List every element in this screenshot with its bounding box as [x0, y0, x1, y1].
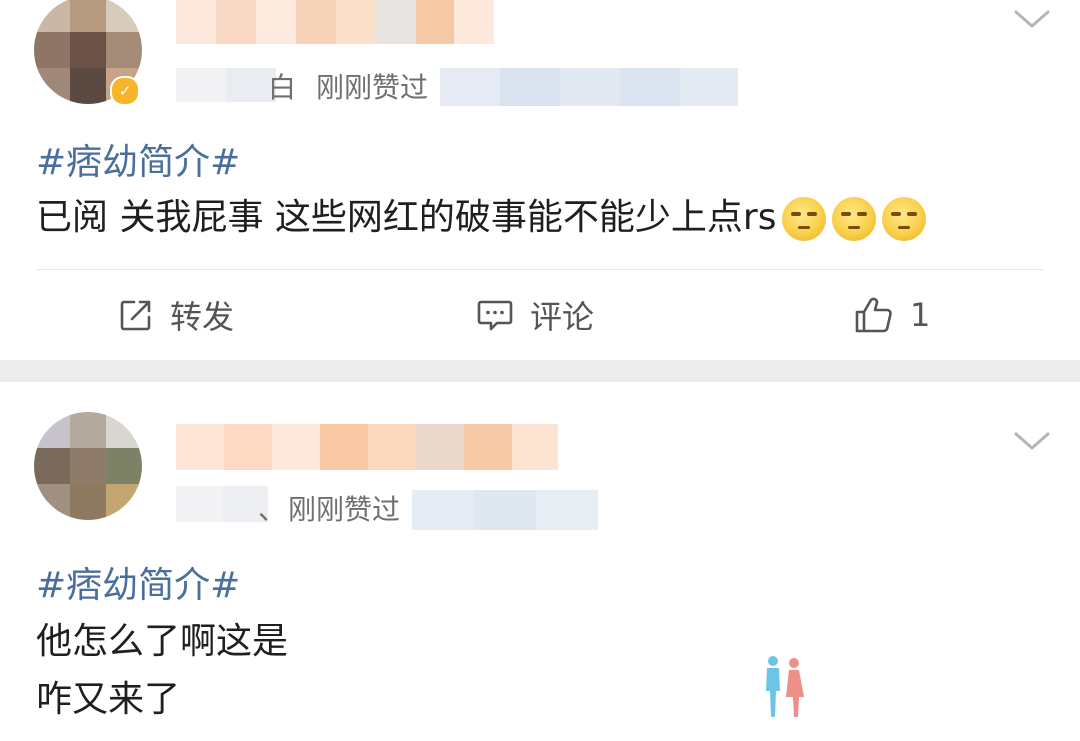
- repost-icon: [120, 300, 151, 331]
- username-mosaic: [176, 424, 558, 470]
- weibo-post: 、 刚刚赞过 #痞幼简介# 他怎么了啊这是 咋又来了: [0, 382, 1080, 741]
- post-separator: [0, 360, 1080, 382]
- meta-mosaic: [440, 68, 738, 106]
- couple-watermark-icon: [766, 656, 804, 717]
- comment-button[interactable]: 评论: [476, 290, 594, 340]
- liked-just-now-text: 刚刚赞过: [288, 493, 401, 526]
- divider: [36, 269, 1044, 270]
- meta-mosaic: [412, 490, 598, 530]
- post-content: 已阅 关我屁事 这些网红的破事能不能少上点rs: [36, 188, 927, 241]
- weibo-post: ✓ 白 刚刚赞过 #痞幼简介# 已阅 关我屁事 这些网红的破事能不能少上点rs …: [0, 0, 1080, 360]
- smirk-face-emoji-icon: [782, 197, 827, 241]
- like-button[interactable]: 1: [854, 290, 930, 340]
- avatar[interactable]: [34, 412, 142, 520]
- chevron-down-icon[interactable]: [1012, 6, 1052, 32]
- chevron-down-icon[interactable]: [1012, 428, 1052, 454]
- comment-label: 评论: [530, 298, 595, 336]
- verified-badge-icon: ✓: [110, 76, 140, 106]
- meta-mosaic: [176, 68, 276, 102]
- repost-label: 转发: [170, 298, 235, 336]
- thumbs-up-icon: [855, 297, 892, 333]
- repost-button[interactable]: 转发: [118, 290, 234, 340]
- username-mosaic: [176, 0, 494, 44]
- post-content-line: 他怎么了啊这是: [36, 621, 289, 662]
- smirk-face-emoji-icon: [832, 197, 877, 241]
- meta-partial-text: 白: [268, 71, 297, 104]
- comment-icon: [477, 300, 513, 331]
- topic-hashtag-link[interactable]: #痞幼简介#: [36, 133, 240, 185]
- post-content-text: 已阅 关我屁事 这些网红的破事能不能少上点rs: [36, 197, 777, 238]
- meta-partial-text: 、: [258, 493, 287, 526]
- like-count: 1: [910, 296, 931, 334]
- post-content-line: 咋又来了: [36, 679, 181, 720]
- liked-just-now-text: 刚刚赞过: [316, 71, 429, 104]
- meta-mosaic: [176, 486, 268, 522]
- smirk-face-emoji-icon: [882, 197, 927, 241]
- topic-hashtag-link[interactable]: #痞幼简介#: [36, 556, 240, 608]
